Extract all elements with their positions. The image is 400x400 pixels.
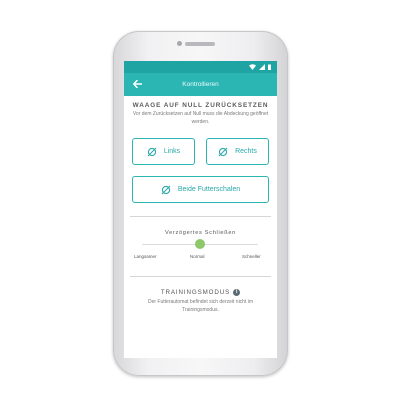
slashed-zero-icon: [218, 147, 228, 156]
info-icon[interactable]: i: [233, 289, 241, 296]
delay-label-normal: Normal: [190, 254, 205, 259]
slashed-zero-icon: [161, 185, 171, 194]
zero-right-label: Rechts: [235, 148, 257, 155]
status-bar: [124, 61, 277, 73]
status-icons: [249, 63, 271, 71]
zero-left-label: Links: [163, 148, 181, 155]
phone-screen: Kontrollieren WAAGE AUF NULL ZURÜCKSETZE…: [124, 61, 277, 358]
front-camera: [177, 41, 182, 46]
delay-label-slow: Langsamer: [134, 254, 157, 259]
phone-frame: Kontrollieren WAAGE AUF NULL ZURÜCKSETZE…: [113, 31, 288, 376]
earpiece-speaker: [185, 42, 215, 46]
app-bar: Kontrollieren: [124, 73, 277, 96]
training-section-description: Der Futterautomat befindet sich derzeit …: [147, 299, 254, 313]
zero-section-title: WAAGE AUF NULL ZURÜCKSETZEN: [132, 102, 269, 109]
slashed-zero-icon: [147, 147, 157, 156]
delay-slider-title: Verzögertes Schließen: [165, 230, 236, 236]
section-divider: [130, 216, 271, 217]
zero-both-label: Beide Futterschalen: [177, 186, 241, 193]
page-title: Kontrollieren: [182, 81, 219, 88]
delay-label-fast: Schneller: [242, 254, 261, 259]
training-title-row: TRAININGSMODUS i: [124, 289, 277, 296]
wifi-icon: [249, 64, 256, 70]
battery-icon: [268, 64, 271, 70]
section-divider: [130, 276, 271, 277]
zero-both-button[interactable]: Beide Futterschalen: [132, 176, 269, 203]
zero-right-button[interactable]: Rechts: [206, 138, 269, 165]
zero-section-description: Vor dem Zurücksetzen auf Null muss die A…: [132, 111, 269, 125]
zero-left-button[interactable]: Links: [132, 138, 195, 165]
training-section-title: TRAININGSMODUS: [160, 289, 231, 296]
delay-slider-thumb[interactable]: [195, 239, 205, 249]
content-area: WAAGE AUF NULL ZURÜCKSETZEN Vor dem Zurü…: [124, 96, 277, 358]
signal-icon: [259, 64, 265, 70]
